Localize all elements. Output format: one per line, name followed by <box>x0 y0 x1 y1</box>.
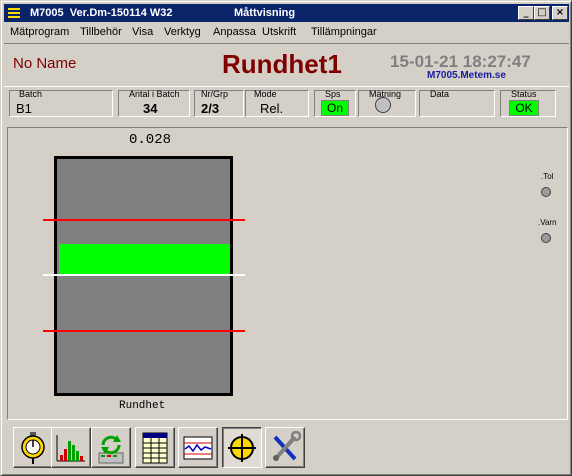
close-button[interactable]: × <box>552 6 568 20</box>
status-label: Status <box>511 89 537 99</box>
trend-chart-icon <box>183 436 213 460</box>
app-icon <box>7 6 21 20</box>
refresh-button[interactable] <box>91 427 131 468</box>
batch-label: Batch <box>19 89 43 99</box>
tools-button[interactable] <box>265 427 305 468</box>
batch-value: B1 <box>16 101 32 116</box>
reading-value: 0.028 <box>129 132 172 148</box>
menu-utskrift[interactable]: Utskrift <box>262 26 296 38</box>
data-field: Data <box>419 89 495 117</box>
refresh-icon <box>98 435 124 464</box>
title-bar[interactable]: M7005 Ver.Dm-150114 W32 Måttvisning _ □ … <box>4 4 569 22</box>
mode-field: Mode Rel. <box>245 89 309 117</box>
program-title: Rundhet1 <box>222 49 342 79</box>
sps-indicator: On <box>321 100 349 116</box>
menu-tillbehor[interactable]: Tillbehör <box>80 26 122 38</box>
dial-gauge-button[interactable] <box>13 427 53 468</box>
bottom-toolbar <box>4 423 569 473</box>
table-button[interactable] <box>135 427 175 468</box>
menu-anpassa[interactable]: Anpassa <box>213 26 256 38</box>
menu-matprogram[interactable]: Mätprogram <box>10 26 69 38</box>
bar-chart-button[interactable] <box>51 427 91 468</box>
tol-indicator <box>541 187 551 197</box>
trend-chart-button[interactable] <box>178 427 218 468</box>
upper-limit-line <box>43 219 245 221</box>
main-window: M7005 Ver.Dm-150114 W32 Måttvisning _ □ … <box>0 0 572 476</box>
menu-verktyg[interactable]: Verktyg <box>164 26 201 38</box>
view-title: Måttvisning <box>234 7 296 19</box>
menu-bar: Mätprogram Tillbehör Visa Verktyg Anpass… <box>4 23 569 42</box>
bar-chart-icon <box>56 435 85 462</box>
matning-field: Mätning <box>358 89 416 117</box>
tools-icon <box>273 431 301 461</box>
measurement-bar <box>54 156 233 396</box>
nrgrp-value: 2/3 <box>201 101 220 116</box>
status-field: Status OK <box>500 89 556 117</box>
batch-field[interactable]: Batch B1 <box>9 89 113 117</box>
header-panel: No Name Rundhet1 15-01-21 18:27:47 M7005… <box>4 43 569 87</box>
count-label: Antal i Batch <box>129 89 180 99</box>
window-title: M7005 Ver.Dm-150114 W32 <box>30 7 173 19</box>
nrgrp-field: Nr/Grp 2/3 <box>194 89 244 117</box>
value-bar <box>59 244 230 274</box>
measurement-label: Rundhet <box>119 400 166 412</box>
mode-label: Mode <box>254 89 277 99</box>
dial-gauge-icon <box>21 432 45 464</box>
crosshair-button[interactable] <box>222 427 262 468</box>
crosshair-icon <box>228 434 256 462</box>
site-label: M7005.Metem.se <box>427 70 506 81</box>
varn-indicator <box>541 233 551 243</box>
varn-label: .Varn <box>538 218 557 227</box>
maximize-button[interactable]: □ <box>534 6 550 20</box>
count-field: Antal i Batch 34 <box>118 89 190 117</box>
sps-field: Sps On <box>314 89 356 117</box>
operator-name: No Name <box>13 55 77 72</box>
nominal-line <box>43 274 245 276</box>
menu-tillampningar[interactable]: Tillämpningar <box>311 26 377 38</box>
menu-visa[interactable]: Visa <box>132 26 153 38</box>
status-indicator: OK <box>509 100 539 116</box>
datetime: 15-01-21 18:27:47 <box>390 52 531 71</box>
sps-label: Sps <box>325 89 341 99</box>
mode-value: Rel. <box>260 101 284 116</box>
table-icon <box>142 432 168 464</box>
minimize-button[interactable]: _ <box>518 6 534 20</box>
nrgrp-label: Nr/Grp <box>201 89 228 99</box>
data-label: Data <box>430 89 450 99</box>
matning-indicator <box>375 97 391 113</box>
lower-limit-line <box>43 330 245 332</box>
tol-label: .Tol <box>541 172 554 181</box>
count-value: 34 <box>143 101 158 116</box>
